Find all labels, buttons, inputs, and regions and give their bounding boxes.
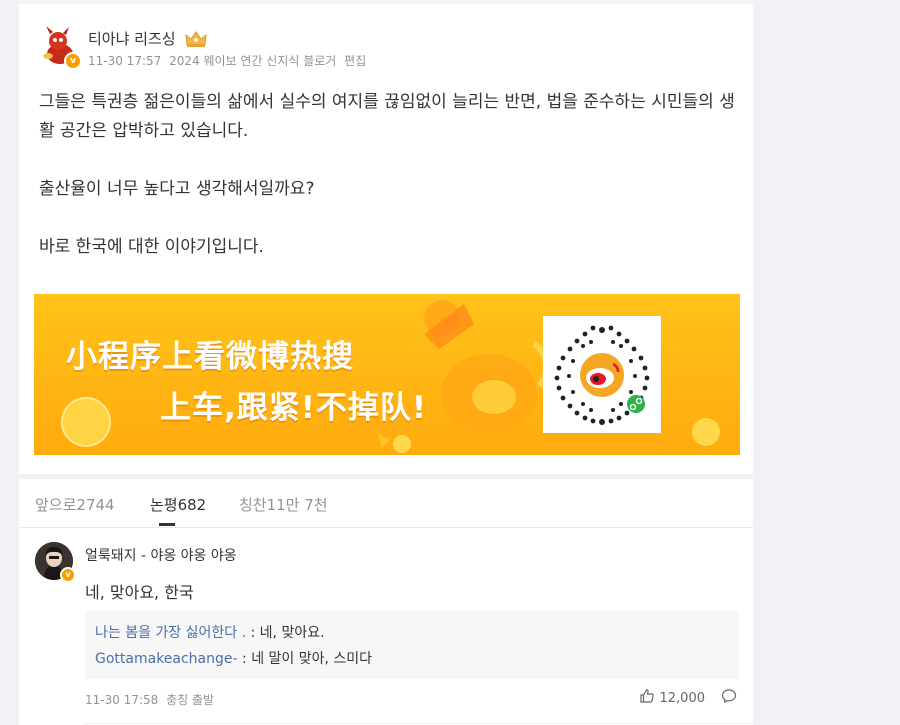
comment-meta: 11-30 17:58 충칭 출발 <box>85 691 214 708</box>
reply-user-link[interactable]: Gottamakeachange- <box>95 651 238 667</box>
post-time[interactable]: 11-30 17:57 <box>88 54 161 68</box>
banner-subheadline: 上车,跟紧!不掉队! <box>160 390 428 426</box>
weibo-hot-search-banner[interactable]: 小程序上看微博热搜 上车,跟紧!不掉队! <box>34 294 740 455</box>
verified-badge-icon: v <box>60 567 76 583</box>
comment-text: 네, 맞아요, 한국 <box>85 583 194 602</box>
comment-actions: 12,000 <box>639 688 738 708</box>
tab-reposts[interactable]: 앞으로2744 <box>35 494 115 515</box>
weibo-qr-code-icon <box>543 316 661 433</box>
commenter-avatar[interactable]: v <box>35 542 76 583</box>
author-row: 티아냐 리즈싱 <box>88 28 208 49</box>
comment-location: 충칭 출발 <box>166 693 215 707</box>
comments-card: 앞으로2744 논평682 칭찬11만 7천 v 얼룩돼지 - 야옹 야옹 야옹… <box>19 479 753 725</box>
post-edited-label: 편집 <box>344 54 367 68</box>
post-body: 그들은 특권층 젊은이들의 삶에서 실수의 여지를 끊임없이 늘리는 반면, 법… <box>39 88 739 262</box>
reply-item: 나는 봄을 가장 싫어한다 . : 네, 맞아요. <box>95 622 325 642</box>
like-count: 12,000 <box>659 690 706 706</box>
verified-badge-icon: v <box>64 52 82 70</box>
tab-likes[interactable]: 칭찬11만 7천 <box>239 494 328 515</box>
reply-item: Gottamakeachange- : 네 말이 맞아, 스미다 <box>95 648 372 668</box>
crown-badge-icon[interactable] <box>184 29 208 49</box>
post-card: v 티아냐 리즈싱 11-30 17:57 2024 웨이보 연간 신지식 블로… <box>19 4 753 474</box>
comment-divider <box>85 723 753 724</box>
post-source: 2024 웨이보 연간 신지식 블로거 <box>169 54 337 68</box>
feedback-tabs: 앞으로2744 논평682 칭찬11만 7천 <box>19 479 753 528</box>
reply-user-link[interactable]: 나는 봄을 가장 싫어한다 . <box>95 625 246 641</box>
commenter-name[interactable]: 얼룩돼지 - 야옹 야옹 야옹 <box>85 545 237 565</box>
active-tab-indicator <box>159 523 175 526</box>
post-meta: 11-30 17:57 2024 웨이보 연간 신지식 블로거 편집 <box>88 52 366 69</box>
tab-comments[interactable]: 논평682 <box>150 494 206 515</box>
post-paragraph: 바로 한국에 대한 이야기입니다. <box>39 237 264 257</box>
comment-time: 11-30 17:58 <box>85 693 159 707</box>
reply-preview-box[interactable]: 나는 봄을 가장 싫어한다 . : 네, 맞아요. Gottamakeachan… <box>85 611 739 679</box>
post-paragraph: 출산율이 너무 높다고 생각해서일까요? <box>39 179 315 199</box>
reply-text: : 네 말이 맞아, 스미다 <box>237 651 373 667</box>
comment-reply-icon[interactable] <box>721 688 737 708</box>
reply-text: : 네, 맞아요. <box>246 625 325 641</box>
author-name[interactable]: 티아냐 리즈싱 <box>88 28 176 49</box>
banner-headline: 小程序上看微博热搜 <box>66 339 354 375</box>
author-avatar[interactable]: v <box>36 24 82 70</box>
thumbs-up-icon[interactable] <box>639 688 655 708</box>
post-paragraph: 그들은 특권층 젊은이들의 삶에서 실수의 여지를 끊임없이 늘리는 반면, 법… <box>39 92 735 141</box>
